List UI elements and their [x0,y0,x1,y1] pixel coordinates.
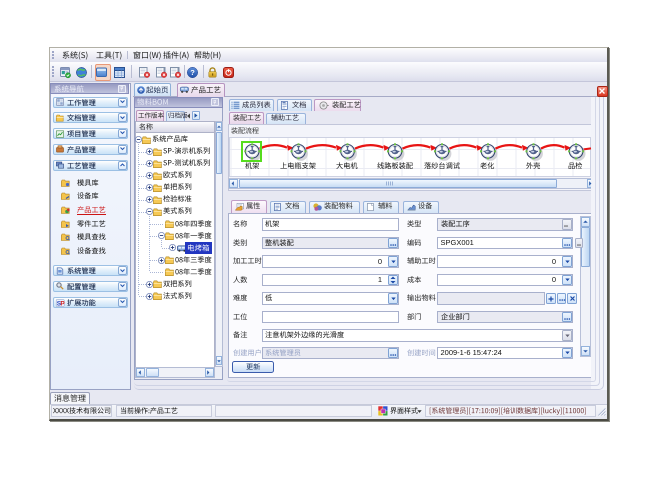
svg-text:?: ? [190,68,195,77]
svg-text:S: S [56,300,61,307]
svg-text:P: P [60,300,65,307]
